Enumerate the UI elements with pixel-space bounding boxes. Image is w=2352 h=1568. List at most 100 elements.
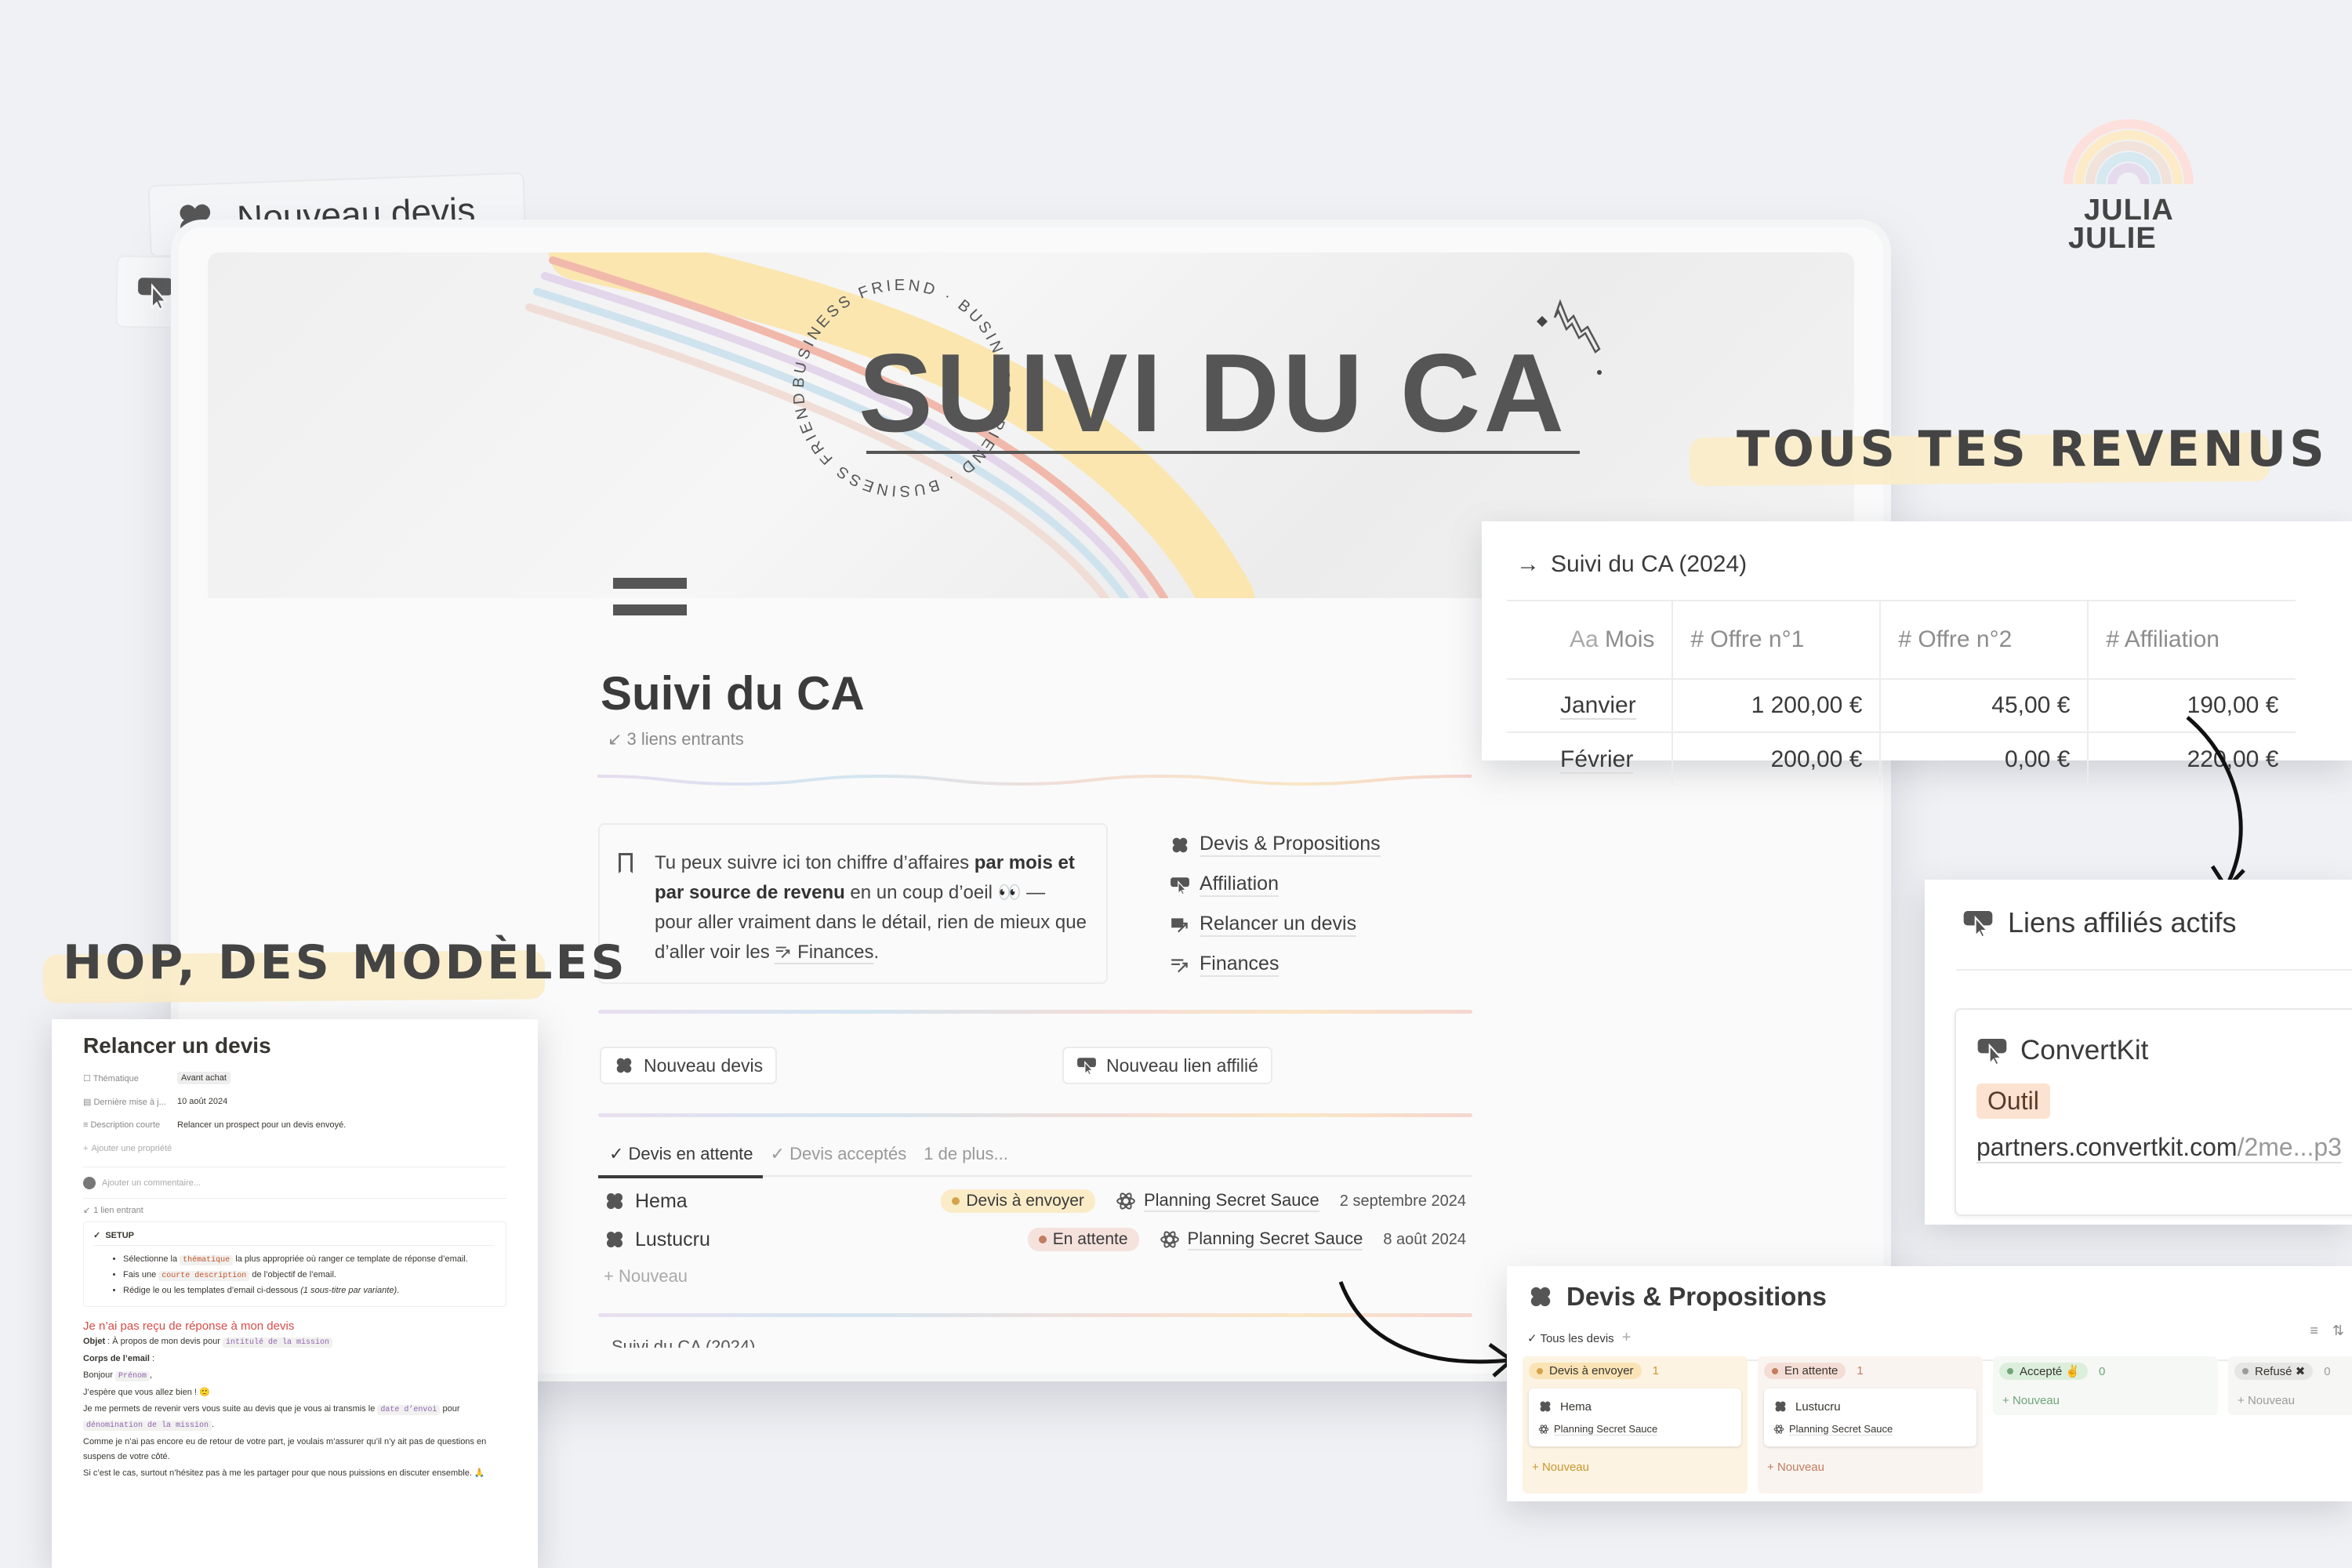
- add-card-button[interactable]: + Nouveau: [2234, 1394, 2352, 1407]
- column-status-badge[interactable]: Refusé ✖: [2234, 1363, 2314, 1380]
- sort-icon[interactable]: ⇅: [2332, 1323, 2344, 1339]
- add-card-label: Nouveau: [1541, 1461, 1589, 1474]
- hand-drawn-arrow-down: [2186, 716, 2245, 892]
- column-status-badge[interactable]: Devis à envoyer: [1529, 1363, 1642, 1379]
- new-affiliate-button[interactable]: Nouveau lien affilié: [1062, 1047, 1272, 1084]
- prop-last-update[interactable]: ▤ Dernière mise à j... 10 août 2024: [83, 1090, 506, 1113]
- view-tab-all[interactable]: ✓ Tous les devis: [1527, 1331, 1614, 1345]
- arrow-right-icon: →: [1516, 551, 1540, 577]
- tab-devis-en-attente[interactable]: ✓ Devis en attente: [598, 1144, 763, 1178]
- backlinks-label: 3 liens entrants: [626, 729, 744, 749]
- add-card-button[interactable]: + Nouveau: [1529, 1461, 1741, 1474]
- related-pages: Devis & Propositions Affiliation Relance…: [1170, 825, 1381, 985]
- table-row[interactable]: Lustucru En attente Planning Secret Sauc…: [604, 1221, 1466, 1258]
- status-label: Devis à envoyer: [966, 1192, 1084, 1210]
- month-cell[interactable]: Janvier: [1560, 692, 1636, 720]
- table-row[interactable]: Hema Devis à envoyer Planning Secret Sau…: [604, 1182, 1466, 1220]
- link-affiliation[interactable]: Affiliation: [1170, 865, 1381, 905]
- col-header-offre2[interactable]: # Offre n°2: [1880, 601, 2089, 679]
- link-label: Finances: [1200, 953, 1279, 977]
- affiliate-url[interactable]: partners.convertkit.com/2me...p3: [1976, 1133, 2342, 1163]
- new-quote-button[interactable]: Nouveau devis: [600, 1047, 778, 1084]
- link-relancer-devis[interactable]: Relancer un devis: [1170, 905, 1381, 945]
- affiliate-link-icon: [1976, 1035, 2008, 1066]
- revenus-annotation: TOUS TES REVENUS: [1737, 420, 2328, 477]
- bookmark-icon: [619, 853, 633, 873]
- prop-thematique[interactable]: ☐ Thématique Avant achat: [83, 1066, 506, 1090]
- templates-annotation: HOP, DES MODÈLES: [63, 935, 628, 990]
- backlinks[interactable]: ↙ 3 liens entrants: [608, 729, 744, 750]
- email-subject: Objet : À propos de mon devis pour intit…: [83, 1334, 506, 1350]
- prop-description[interactable]: ≡ Description courte Relancer un prospect…: [83, 1113, 506, 1137]
- revenue-table-title[interactable]: → Suivi du CA (2024): [1516, 545, 2352, 584]
- view-tabs: ✓ Devis en attente ✓ Devis acceptés 1 de…: [598, 1133, 1472, 1178]
- add-card-button[interactable]: + Nouveau: [1764, 1461, 1976, 1474]
- wavy-divider: [597, 774, 1472, 786]
- email-greeting: Bonjour Prénom,: [83, 1370, 153, 1381]
- brand-logo: JULIA JULIE: [2062, 102, 2195, 259]
- project-link[interactable]: Planning Secret Sauce: [1143, 1190, 1319, 1212]
- revenue-table-title-label: Suivi du CA (2024): [1551, 551, 1748, 577]
- atom-icon: [1538, 1424, 1549, 1435]
- project-link[interactable]: Planning Secret Sauce: [1187, 1229, 1363, 1250]
- list-arrow-icon: [775, 943, 792, 960]
- template-email-heading: Je n’ai pas reçu de réponse à mon devis: [83, 1319, 295, 1333]
- next-section-title: Suivi du CA (2024): [612, 1337, 756, 1348]
- add-card-button[interactable]: + Nouveau: [1999, 1394, 2212, 1407]
- comment-input[interactable]: Ajouter un commentaire...: [83, 1167, 506, 1198]
- tab-devis-acceptes[interactable]: ✓ Devis acceptés: [771, 1144, 907, 1164]
- add-property-label: Ajouter une propriété: [91, 1144, 172, 1153]
- affiliates-title[interactable]: Liens affiliés actifs: [1962, 903, 2352, 942]
- callout-text-3: .: [873, 942, 880, 963]
- template-backlinks[interactable]: ↙ 1 lien entrant: [83, 1198, 506, 1221]
- link-finances[interactable]: Finances: [1170, 945, 1381, 985]
- board-title[interactable]: Devis & Propositions: [1527, 1282, 2352, 1312]
- prop-key: Thématique: [93, 1073, 139, 1083]
- template-backlinks-label: 1 lien entrant: [93, 1205, 143, 1215]
- column-status-badge[interactable]: Accepté ✌️: [1999, 1363, 2089, 1380]
- url-host: partners.convertkit.com: [1976, 1133, 2238, 1161]
- status-badge: En attente: [1027, 1228, 1139, 1251]
- row-date: 2 septembre 2024: [1339, 1192, 1466, 1210]
- divider: [598, 1113, 1472, 1117]
- col-header-offre1[interactable]: # Offre n°1: [1672, 601, 1882, 679]
- offre2-cell[interactable]: 0,00 €: [1880, 731, 2089, 786]
- add-property-button[interactable]: + Ajouter une propriété: [83, 1137, 506, 1160]
- board-card[interactable]: Lustucru Planning Secret Sauce: [1764, 1388, 1976, 1446]
- list-arrow-icon: [1170, 955, 1190, 975]
- clover-icon: [1170, 835, 1190, 855]
- tab-more[interactable]: 1 de plus...: [924, 1144, 1008, 1164]
- info-callout: Tu peux suivre ici ton chiffre d’affaire…: [598, 823, 1108, 984]
- offre2-cell[interactable]: 45,00 €: [1880, 678, 2089, 732]
- email-line: J’espère que vous allez bien ! 🙂: [83, 1388, 210, 1397]
- filter-icon[interactable]: ≡: [2310, 1323, 2318, 1339]
- board-card[interactable]: Hema Planning Secret Sauce: [1529, 1388, 1741, 1446]
- affiliate-card[interactable]: ConvertKit Outil partners.convertkit.com…: [1955, 1008, 2352, 1216]
- column-status-badge[interactable]: En attente: [1764, 1363, 1846, 1379]
- link-label: Relancer un devis: [1200, 913, 1357, 937]
- tag-badge: Outil: [1976, 1083, 2050, 1119]
- status-badge: Devis à envoyer: [941, 1189, 1095, 1213]
- column-count: 0: [2324, 1364, 2331, 1378]
- row-name: Hema: [635, 1189, 688, 1212]
- col-label: Affiliation: [2124, 626, 2220, 652]
- backlink-arrow-icon: ↙: [608, 729, 627, 749]
- card-name: Lustucru: [1795, 1399, 1841, 1414]
- atom-icon: [1773, 1424, 1784, 1435]
- clover-icon: [614, 1055, 634, 1076]
- clover-icon: [604, 1229, 626, 1250]
- add-view-button[interactable]: +: [1622, 1329, 1632, 1347]
- link-devis-propositions[interactable]: Devis & Propositions: [1170, 825, 1381, 865]
- finances-inline-link[interactable]: Finances: [775, 942, 874, 964]
- affiliates-title-label: Liens affiliés actifs: [2008, 906, 2237, 938]
- col-header-affiliation[interactable]: # Affiliation: [2088, 601, 2296, 679]
- card-project[interactable]: Planning Secret Sauce: [1554, 1423, 1658, 1436]
- card-project[interactable]: Planning Secret Sauce: [1789, 1423, 1893, 1436]
- offre1-cell[interactable]: 200,00 €: [1672, 731, 1882, 786]
- month-cell[interactable]: Février: [1560, 746, 1634, 774]
- add-new-row[interactable]: + Nouveau: [604, 1266, 688, 1287]
- offre1-cell[interactable]: 1 200,00 €: [1672, 678, 1882, 732]
- col-header-mois[interactable]: Aa Mois: [1507, 601, 1674, 679]
- logo-line-2: JULIE: [2068, 222, 2157, 255]
- url-rest: /2me...p3: [2237, 1133, 2342, 1161]
